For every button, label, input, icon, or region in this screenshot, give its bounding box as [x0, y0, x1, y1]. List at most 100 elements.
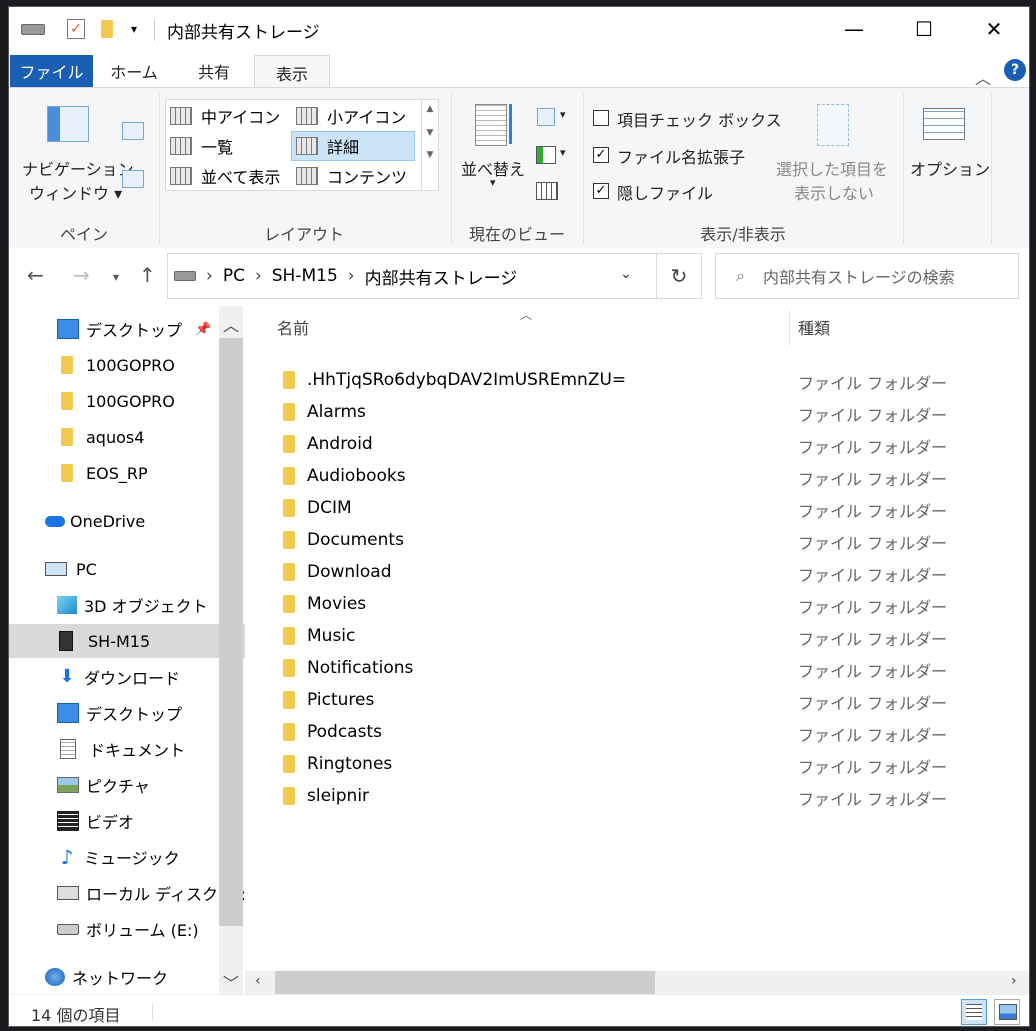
table-row[interactable]: Movies ファイル フォルダー	[245, 588, 1029, 620]
maximize-button[interactable]: ☐	[889, 7, 959, 51]
nav-item-network[interactable]: ネットワーク	[9, 960, 245, 994]
nav-item-3d-objects[interactable]: 3D オブジェクト	[9, 588, 245, 622]
address-bar[interactable]: › PC › SH-M15 › 内部共有ストレージ	[167, 253, 657, 299]
nav-item-100gopro[interactable]: 100GOPRO	[9, 348, 245, 382]
table-row[interactable]: Ringtones ファイル フォルダー	[245, 748, 1029, 780]
large-icons-view-button[interactable]	[994, 999, 1020, 1025]
navigation-pane-dropdown[interactable]: ウィンドウ ▾	[29, 180, 122, 204]
item-checkboxes-checkbox[interactable]	[593, 110, 609, 126]
tab-home[interactable]: ホーム	[101, 55, 167, 87]
gallery-more-icon[interactable]: ▼	[422, 150, 438, 160]
scroll-thumb[interactable]	[275, 971, 655, 994]
pin-icon[interactable]: 📌	[195, 322, 211, 337]
table-row[interactable]: .HhTjqSRo6dybqDAV2ImUSREmnZU= ファイル フォルダー	[245, 364, 1029, 396]
table-row[interactable]: Music ファイル フォルダー	[245, 620, 1029, 652]
nav-item-desktop-pinned[interactable]: デスクトップ 📌	[9, 312, 245, 346]
group-by-dropdown-icon[interactable]: ▾	[560, 108, 566, 121]
breadcrumb-device[interactable]: SH-M15	[272, 266, 338, 286]
nav-item-aquos4[interactable]: aquos4	[9, 420, 245, 454]
table-row[interactable]: Documents ファイル フォルダー	[245, 524, 1029, 556]
tab-file[interactable]: ファイル	[10, 55, 93, 87]
nav-item-onedrive[interactable]: OneDrive	[9, 504, 245, 538]
nav-item-desktop[interactable]: デスクトップ	[9, 696, 245, 730]
nav-item-sh-m15[interactable]: SH-M15	[9, 624, 245, 658]
breadcrumb-folder[interactable]: 内部共有ストレージ	[365, 264, 518, 289]
scroll-right-icon[interactable]: ›	[1011, 973, 1017, 989]
new-folder-icon[interactable]	[101, 17, 113, 41]
hide-selected-label-2[interactable]: 表示しない	[794, 180, 874, 204]
search-input[interactable]: ⌕ 内部共有ストレージの検索	[715, 253, 1019, 299]
tab-view[interactable]: 表示	[254, 55, 330, 89]
nav-item-documents[interactable]: ドキュメント	[9, 732, 245, 766]
size-columns-icon[interactable]	[536, 182, 558, 200]
forward-arrow-icon[interactable]: →	[73, 263, 90, 287]
collapse-ribbon-icon[interactable]: ︿	[975, 65, 991, 89]
hidden-items-checkbox[interactable]: ✓	[593, 183, 609, 199]
close-button[interactable]: ✕	[959, 7, 1029, 51]
layout-tiles[interactable]: 並べて表示	[166, 162, 291, 190]
column-header-type[interactable]: 種類	[798, 306, 830, 348]
refresh-button[interactable]: ↻	[656, 253, 702, 299]
hide-selected-label-1[interactable]: 選択した項目を	[776, 156, 888, 180]
layout-list[interactable]: 一覧	[166, 132, 291, 160]
table-row[interactable]: Android ファイル フォルダー	[245, 428, 1029, 460]
group-by-icon[interactable]	[537, 108, 555, 126]
nav-item-downloads[interactable]: ⬇ ダウンロード	[9, 660, 245, 694]
add-columns-dropdown-icon[interactable]: ▾	[560, 146, 566, 159]
recent-locations-icon[interactable]: ▾	[113, 270, 119, 284]
column-header-name[interactable]: 名前	[277, 306, 309, 348]
table-row[interactable]: Alarms ファイル フォルダー	[245, 396, 1029, 428]
table-row[interactable]: Download ファイル フォルダー	[245, 556, 1029, 588]
scroll-up-icon[interactable]: ︿	[223, 312, 239, 336]
breadcrumb-chevron-icon[interactable]: ›	[255, 266, 262, 286]
navigation-pane-icon[interactable]	[47, 106, 89, 142]
table-row[interactable]: Pictures ファイル フォルダー	[245, 684, 1029, 716]
table-row[interactable]: Audiobooks ファイル フォルダー	[245, 460, 1029, 492]
tab-share[interactable]: 共有	[179, 55, 249, 87]
layout-medium-icons[interactable]: 中アイコン	[166, 102, 291, 130]
layout-small-icons[interactable]: 小アイコン	[292, 102, 417, 130]
properties-icon[interactable]: ✓	[67, 17, 85, 41]
table-row[interactable]: Notifications ファイル フォルダー	[245, 652, 1029, 684]
file-extensions-checkbox[interactable]: ✓	[593, 147, 609, 163]
scroll-left-icon[interactable]: ‹	[255, 973, 261, 989]
sort-icon[interactable]	[475, 104, 507, 146]
layout-gallery-scroll[interactable]: ▲ ▼ ▼	[421, 99, 439, 191]
breadcrumb-chevron-icon[interactable]: ›	[348, 266, 355, 286]
nav-item-videos[interactable]: ビデオ	[9, 804, 245, 838]
quick-access-dropdown-icon[interactable]: ▾	[131, 17, 137, 41]
scroll-down-icon[interactable]: ▼	[422, 128, 438, 138]
scroll-up-icon[interactable]: ▲	[422, 104, 438, 114]
scroll-thumb[interactable]	[219, 338, 243, 926]
add-columns-icon[interactable]	[536, 146, 556, 164]
minimize-button[interactable]: —	[819, 7, 889, 51]
table-row[interactable]: Podcasts ファイル フォルダー	[245, 716, 1029, 748]
hide-selected-icon[interactable]	[817, 104, 849, 146]
options-button[interactable]: オプション	[910, 156, 990, 180]
sort-dropdown-icon[interactable]: ▾	[490, 176, 496, 189]
table-row[interactable]: sleipnir ファイル フォルダー	[245, 780, 1029, 812]
nav-item-music[interactable]: ♪ ミュージック	[9, 840, 245, 874]
layout-details[interactable]: 詳細	[291, 131, 415, 161]
back-arrow-icon[interactable]: ←	[27, 263, 44, 287]
nav-item-pc[interactable]: PC	[9, 552, 245, 586]
navigation-pane-label[interactable]: ナビゲーション	[22, 156, 134, 180]
nav-item-local-disk[interactable]: ローカル ディスク (C:)	[9, 876, 245, 910]
nav-item-eos-rp[interactable]: EOS_RP	[9, 456, 245, 490]
layout-content[interactable]: コンテンツ	[292, 162, 417, 190]
horizontal-scrollbar[interactable]: ‹ ›	[245, 971, 1029, 994]
address-dropdown-icon[interactable]: ⌄	[620, 266, 632, 282]
table-row[interactable]: DCIM ファイル フォルダー	[245, 492, 1029, 524]
details-view-button[interactable]	[961, 999, 987, 1025]
help-icon[interactable]: ?	[1004, 59, 1026, 81]
nav-item-100gopro-2[interactable]: 100GOPRO	[9, 384, 245, 418]
navigation-pane-scrollbar[interactable]: ︿ ﹀	[219, 306, 243, 994]
breadcrumb-pc[interactable]: PC	[223, 266, 245, 286]
column-divider[interactable]	[789, 310, 790, 346]
nav-item-volume-e[interactable]: ボリューム (E:)	[9, 912, 245, 946]
details-pane-icon[interactable]	[122, 170, 144, 188]
scroll-down-icon[interactable]: ﹀	[223, 970, 239, 994]
preview-pane-icon[interactable]	[122, 122, 144, 140]
nav-item-pictures[interactable]: ピクチャ	[9, 768, 245, 802]
up-arrow-icon[interactable]: ↑	[139, 263, 156, 287]
